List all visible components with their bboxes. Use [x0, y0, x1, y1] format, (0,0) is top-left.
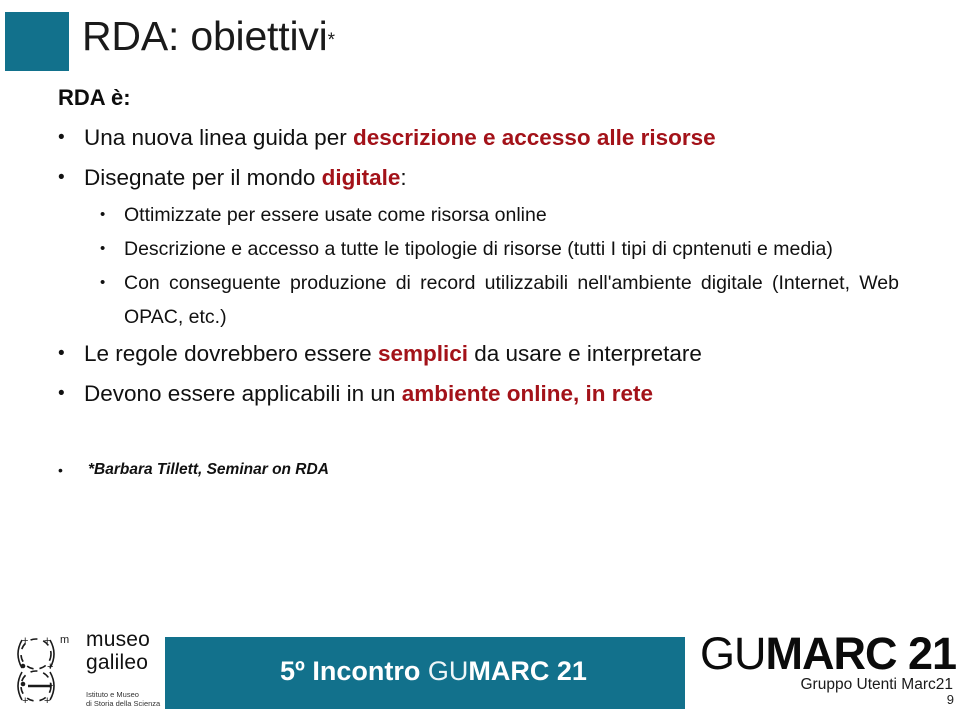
slide-title-row: RDA: obiettivi* — [0, 8, 960, 72]
museo-galileo-subtitle-line1: Istituto e Museo — [86, 690, 139, 699]
footer-event-title: 5º Incontro GUMARC 21 — [280, 655, 587, 687]
list-item-text: Devono essere applicabili in un ambiente… — [84, 374, 960, 414]
page-number: 9 — [946, 692, 954, 707]
text-run: : — [400, 165, 407, 190]
museo-galileo-mark-icon: + + + + + + m — [6, 630, 80, 708]
list-item-text: Descrizione e accesso a tutte le tipolog… — [124, 238, 833, 260]
svg-text:+: + — [47, 680, 53, 692]
list-item: • Descrizione e accesso a tutte le tipol… — [100, 232, 960, 266]
bullet-glyph-icon: • — [58, 127, 65, 148]
list-item: • Devono essere applicabili in un ambien… — [58, 374, 960, 414]
bullet-glyph-icon: • — [100, 206, 106, 223]
text-run: Devono essere applicabili in un — [84, 381, 402, 406]
bullet-glyph-icon: • — [58, 383, 65, 404]
highlighted-text-run: semplici — [377, 341, 468, 366]
subheading: RDA è: — [58, 85, 131, 110]
slide-body: RDA è: • Una nuova linea guida per descr… — [0, 84, 960, 482]
svg-text:+: + — [22, 635, 28, 647]
museo-galileo-superscript-m: m — [60, 634, 69, 646]
footnote-text: *Barbara Tillett, Seminar on RDA — [88, 461, 329, 478]
list-item: • Le regole dovrebbero essere semplici d… — [58, 334, 960, 374]
museo-galileo-wordmark: museo galileo Istituto e Museo di Storia… — [86, 628, 164, 708]
bullet-list-level2: • Ottimizzate per essere usate come riso… — [0, 198, 960, 334]
museo-galileo-logo: + + + + + + m museo galileo Istituto e M… — [6, 628, 161, 709]
list-item: • Una nuova linea guida per descrizione … — [58, 118, 960, 158]
bullet-glyph-icon: • — [58, 462, 63, 478]
svg-text:+: + — [44, 695, 50, 707]
text-run: Disegnate per il mondo — [84, 165, 322, 190]
footer-accent-band: 5º Incontro GUMARC 21 — [165, 637, 685, 709]
slide-footer: 5º Incontro GUMARC 21 + + + + + + m muse… — [0, 614, 960, 709]
list-item-text: Una nuova linea guida per descrizione e … — [84, 118, 960, 158]
gumarc-wordmark-heavy: MARC 21 — [765, 628, 958, 679]
list-item-text: Disegnate per il mondo digitale: — [84, 158, 960, 198]
list-item: • Con conseguente produzione di record u… — [100, 266, 960, 334]
page-title: RDA: obiettivi* — [82, 8, 335, 69]
footnote-list: • *Barbara Tillett, Seminar on RDA — [0, 458, 960, 482]
list-item: • Disegnate per il mondo digitale: — [58, 158, 960, 198]
highlighted-text-run: descrizione e accesso alle risorse — [352, 125, 716, 150]
text-run: Una nuova linea guida per — [84, 125, 353, 150]
svg-text:+: + — [22, 695, 28, 707]
list-item: • *Barbara Tillett, Seminar on RDA — [58, 458, 960, 482]
museo-galileo-line2: galileo — [86, 651, 149, 674]
highlighted-text-run: ambiente online, in rete — [401, 381, 654, 406]
museo-galileo-subtitle-line2: di Storia della Scienza — [86, 699, 161, 708]
list-item: • Ottimizzate per essere usate come riso… — [100, 198, 960, 232]
text-run: da usare e interpretare — [468, 341, 702, 366]
event-name-run: 5º Incontro — [280, 656, 428, 686]
page-title-text: RDA: obiettivi — [82, 13, 328, 59]
bullet-list-level1-second: • Le regole dovrebbero essere semplici d… — [0, 334, 960, 414]
highlighted-text-run: digitale — [321, 165, 401, 190]
title-accent-square — [5, 12, 69, 71]
museo-galileo-line1: museo — [86, 628, 151, 651]
museo-galileo-subtitle: Istituto e Museo di Storia della Scienza — [86, 690, 164, 708]
event-brand-heavy-run: MARC 21 — [468, 656, 587, 686]
text-run: Le regole dovrebbero essere — [84, 341, 378, 366]
bullet-glyph-icon: • — [100, 240, 106, 257]
list-item-text: Ottimizzate per essere usate come risors… — [124, 204, 547, 226]
bullet-glyph-icon: • — [58, 343, 65, 364]
list-item-text: Con conseguente produzione di record uti… — [124, 272, 899, 328]
presentation-slide: RDA: obiettivi* RDA è: • Una nuova linea… — [0, 0, 960, 709]
bullet-list-level1: • Una nuova linea guida per descrizione … — [0, 118, 960, 198]
title-footnote-marker: * — [327, 30, 335, 51]
bullet-glyph-icon: • — [100, 274, 106, 291]
event-name-text: 5º Incontro — [280, 656, 428, 686]
svg-text:+: + — [47, 661, 53, 673]
gumarc-wordmark-light: GU — [700, 628, 766, 679]
gumarc-logo: GUMARC 21 Gruppo Utenti Marc21 — [700, 628, 958, 694]
bullet-glyph-icon: • — [58, 167, 65, 188]
event-brand-light-run: GU — [427, 656, 469, 686]
svg-text:+: + — [44, 635, 50, 647]
list-item-text: Le regole dovrebbero essere semplici da … — [84, 334, 960, 374]
gumarc-wordmark: GUMARC 21 — [700, 628, 958, 679]
